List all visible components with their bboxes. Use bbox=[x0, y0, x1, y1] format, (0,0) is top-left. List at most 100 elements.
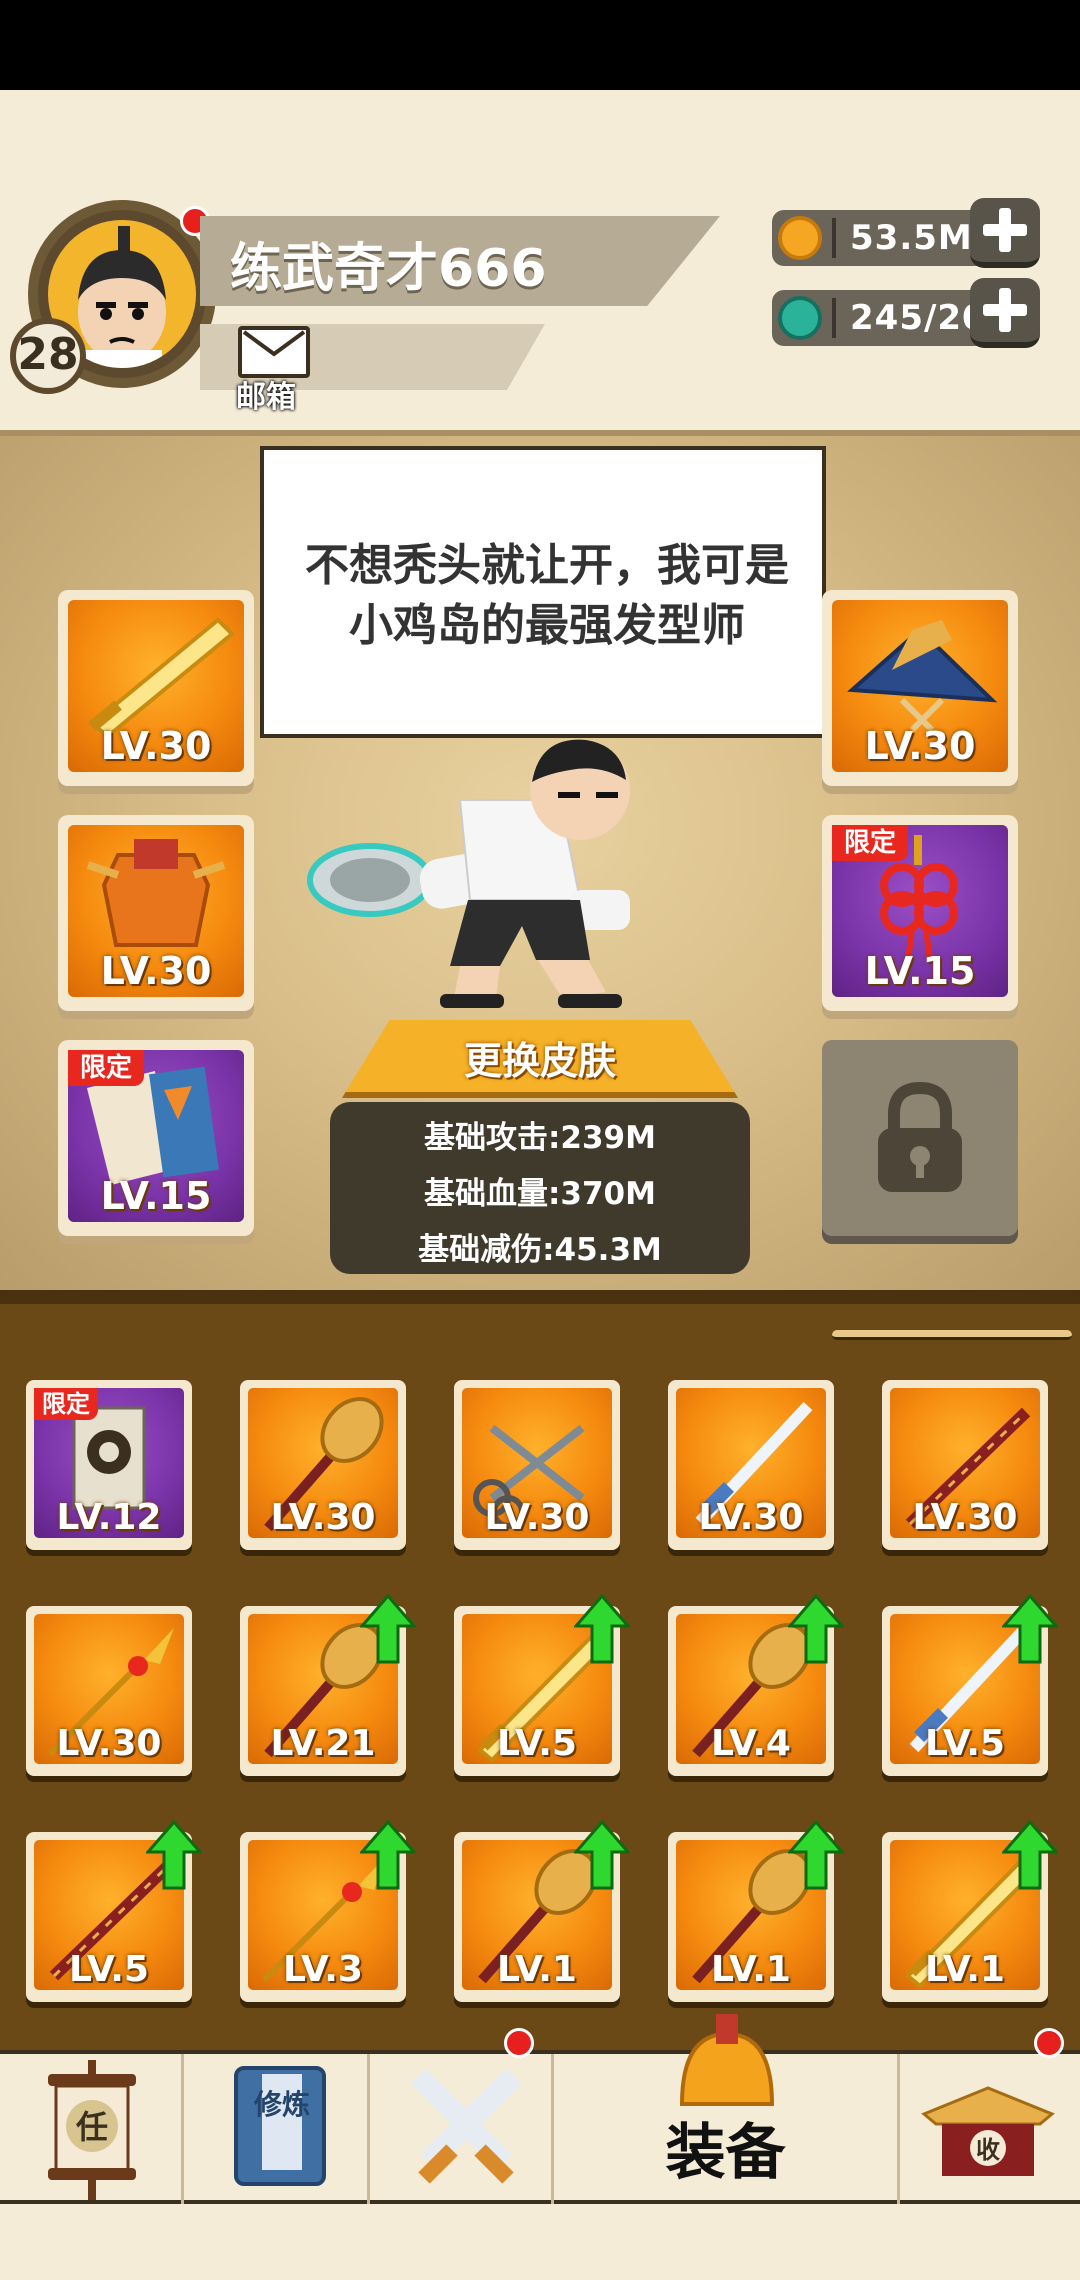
equip-slot-armor[interactable]: LV.30 bbox=[58, 815, 254, 1011]
upgrade-arrow-icon bbox=[574, 1820, 630, 1890]
item-level: LV.30 bbox=[100, 949, 212, 993]
training-book-icon: 修炼 bbox=[234, 2066, 326, 2186]
task-glyph: 任 bbox=[76, 2108, 108, 2146]
item-level: LV.30 bbox=[912, 1497, 1018, 1538]
inventory-item[interactable]: LV.21 bbox=[240, 1594, 416, 1776]
collect-glyph: 收 bbox=[976, 2136, 1000, 2164]
system-nav-area bbox=[0, 2204, 1080, 2280]
nav-equipment-label: 装备 bbox=[665, 2118, 786, 2188]
equip-slot-hat[interactable]: LV.30 bbox=[822, 590, 1018, 786]
divider bbox=[832, 218, 836, 258]
crossed-swords-icon bbox=[410, 2068, 522, 2184]
bottom-nav: 任 修炼 装备 收 bbox=[0, 2014, 1080, 2204]
item-background: LV.30 bbox=[890, 1388, 1040, 1538]
nav-equipment[interactable]: 装备 bbox=[554, 2014, 900, 2204]
equip-slot-charm[interactable]: LV.15 限定 bbox=[822, 815, 1018, 1011]
game-screen: 28 练武奇才666 邮箱 53.5M 245/20 不想秃头就让开，我可是小鸡… bbox=[0, 0, 1080, 2280]
item-level: LV.5 bbox=[925, 1723, 1005, 1764]
golden-sword-icon bbox=[88, 617, 235, 739]
jade-gem-icon bbox=[778, 296, 822, 340]
equip-slot-weapon[interactable]: LV.30 bbox=[58, 590, 254, 786]
change-skin-label: 更换皮肤 bbox=[463, 1039, 616, 1083]
item-background: LV.30 bbox=[248, 1388, 398, 1538]
equipment-helmet-icon bbox=[679, 2014, 775, 2106]
item-level: LV.3 bbox=[283, 1949, 363, 1990]
item-background: LV.30 bbox=[34, 1614, 184, 1764]
add-jade-button[interactable] bbox=[970, 278, 1040, 348]
item-level: LV.30 bbox=[484, 1497, 590, 1538]
inventory-item[interactable]: LV.12 限定 bbox=[26, 1380, 192, 1550]
upgrade-arrow-icon bbox=[360, 1820, 416, 1890]
upgrade-arrow-icon bbox=[146, 1820, 202, 1890]
plus-icon-stem bbox=[999, 208, 1011, 252]
inventory-item[interactable]: LV.30 bbox=[668, 1380, 834, 1550]
stat-damage-reduction: 基础减伤:45.3M bbox=[418, 1232, 662, 1268]
limited-tag: 限定 bbox=[832, 825, 908, 861]
character-figure[interactable] bbox=[300, 730, 680, 1010]
collect-notification-dot bbox=[1034, 2028, 1064, 2058]
inventory-item[interactable]: LV.1 bbox=[454, 1820, 630, 2002]
item-level: LV.30 bbox=[698, 1497, 804, 1538]
inventory-item[interactable]: LV.30 bbox=[26, 1606, 192, 1776]
equip-slot-book[interactable]: LV.15 限定 bbox=[58, 1040, 254, 1236]
armor-icon bbox=[86, 839, 226, 947]
upgrade-arrow-icon bbox=[360, 1594, 416, 1664]
item-level: LV.30 bbox=[100, 724, 212, 768]
limited-tag: 限定 bbox=[68, 1050, 144, 1086]
plus-icon-stem bbox=[999, 288, 1011, 332]
gold-coin-icon bbox=[778, 216, 822, 260]
inventory-item[interactable]: LV.3 bbox=[240, 1820, 416, 2002]
lock-icon bbox=[878, 1081, 962, 1192]
nav-battle[interactable] bbox=[370, 2028, 554, 2204]
item-level: LV.5 bbox=[69, 1949, 149, 1990]
upgrade-arrow-icon bbox=[574, 1594, 630, 1664]
item-background: LV.30 bbox=[462, 1388, 612, 1538]
jade-value: 245/20 bbox=[850, 298, 987, 338]
nav-training[interactable]: 修炼 bbox=[184, 2054, 370, 2204]
add-gold-button[interactable] bbox=[970, 198, 1040, 268]
speech-bubble: 不想秃头就让开，我可是小鸡岛的最强发型师 bbox=[260, 446, 826, 738]
item-level: LV.1 bbox=[925, 1949, 1005, 1990]
stat-hp: 基础血量:370M bbox=[424, 1176, 656, 1212]
inventory-item[interactable]: LV.4 bbox=[668, 1594, 844, 1776]
upgrade-arrow-icon bbox=[788, 1594, 844, 1664]
divider bbox=[832, 298, 836, 338]
base-stats-panel: 基础攻击:239M 基础血量:370M 基础减伤:45.3M bbox=[330, 1102, 750, 1274]
inventory-item[interactable]: LV.30 bbox=[454, 1380, 620, 1550]
item-level: LV.12 bbox=[56, 1497, 162, 1538]
gold-value: 53.5M bbox=[850, 218, 973, 258]
item-level: LV.30 bbox=[56, 1723, 162, 1764]
inventory-scrollbar[interactable] bbox=[832, 1330, 1072, 1340]
inventory-item[interactable]: LV.30 bbox=[240, 1380, 406, 1550]
inventory-item[interactable]: LV.30 bbox=[882, 1380, 1048, 1550]
item-level: LV.21 bbox=[270, 1723, 376, 1764]
inventory-item[interactable]: LV.5 bbox=[26, 1820, 202, 2002]
inventory-item[interactable]: LV.5 bbox=[454, 1594, 630, 1776]
item-level: LV.30 bbox=[270, 1497, 376, 1538]
item-level: LV.4 bbox=[711, 1723, 791, 1764]
item-level: LV.5 bbox=[497, 1723, 577, 1764]
training-glyph: 修炼 bbox=[253, 2088, 310, 2121]
slot-background: LV.30 bbox=[832, 600, 1008, 772]
nav-tasks[interactable]: 任 bbox=[0, 2054, 184, 2204]
item-level: LV.1 bbox=[497, 1949, 577, 1990]
item-level: LV.15 bbox=[100, 1174, 212, 1218]
player-level-badge: 28 bbox=[10, 318, 86, 394]
mail-icon[interactable] bbox=[238, 326, 310, 378]
collect-house-icon: 收 bbox=[921, 2086, 1055, 2176]
inventory-item[interactable]: LV.1 bbox=[668, 1820, 844, 2002]
hat-icon bbox=[847, 620, 998, 733]
inventory-item[interactable]: LV.5 bbox=[882, 1594, 1058, 1776]
locked-slot[interactable] bbox=[822, 1040, 1018, 1236]
mail-label: 邮箱 bbox=[236, 380, 296, 415]
nav-collect[interactable]: 收 bbox=[900, 2028, 1080, 2204]
item-level: LV.30 bbox=[864, 724, 976, 768]
limited-tag: 限定 bbox=[34, 1388, 98, 1420]
stat-attack: 基础攻击:239M bbox=[424, 1120, 656, 1156]
jade-counter: 245/20 bbox=[772, 290, 1002, 346]
gold-counter: 53.5M bbox=[772, 210, 1002, 266]
battle-notification-dot bbox=[504, 2028, 534, 2058]
inventory-item[interactable]: LV.1 bbox=[882, 1820, 1058, 2002]
player-name: 练武奇才666 bbox=[230, 239, 547, 299]
item-background: LV.30 bbox=[676, 1388, 826, 1538]
